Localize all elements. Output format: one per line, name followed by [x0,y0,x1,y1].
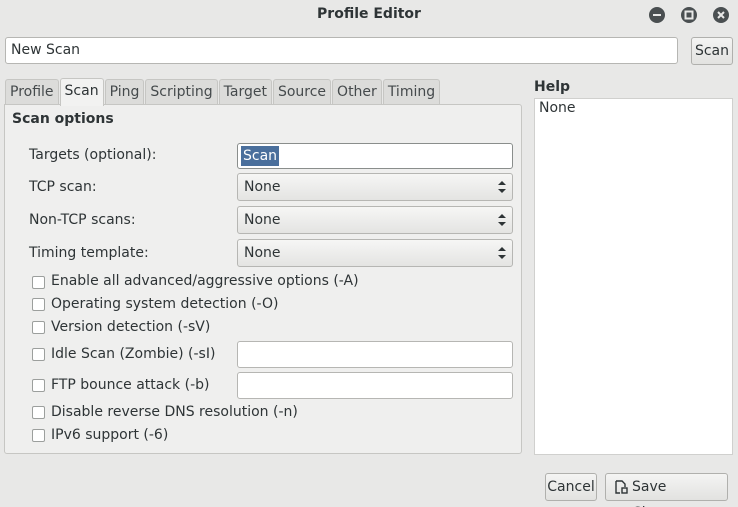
os-detection-label: Operating system detection (-O) [51,296,279,312]
tab-scan[interactable]: Scan [59,78,104,106]
tab-profile[interactable]: Profile [5,79,59,105]
os-detection-checkbox[interactable] [32,298,45,311]
section-title: Scan options [12,111,114,127]
idle-scan-checkbox[interactable] [32,348,45,361]
tab-ping[interactable]: Ping [104,79,145,105]
idle-scan-label: Idle Scan (Zombie) (-sI) [51,346,216,362]
spin-arrows-icon [498,214,506,226]
save-icon [615,480,628,494]
cancel-button[interactable]: Cancel [545,473,597,501]
disable-dns-checkbox[interactable] [32,406,45,419]
ipv6-checkbox[interactable] [32,429,45,442]
close-icon[interactable] [713,7,729,23]
timing-value: None [244,245,281,261]
tab-bar: Profile Scan Ping Scripting Target Sourc… [5,78,441,106]
ftp-bounce-label: FTP bounce attack (-b) [51,377,210,393]
tab-source[interactable]: Source [272,79,332,105]
tcp-scan-value: None [244,179,281,195]
save-changes-button[interactable]: Save Changes [605,473,728,507]
tab-other[interactable]: Other [332,79,382,105]
save-changes-label: Save Changes [632,479,693,507]
tcp-scan-label: TCP scan: [29,179,97,195]
timing-template-select[interactable]: None [237,239,513,267]
window-title: Profile Editor [317,6,421,22]
help-title: Help [534,79,571,95]
tab-scripting[interactable]: Scripting [145,79,218,105]
disable-dns-label: Disable reverse DNS resolution (-n) [51,404,298,420]
help-text: None [539,100,576,116]
spin-arrows-icon [498,247,506,259]
scan-button[interactable]: Scan [691,37,733,65]
ftp-bounce-input[interactable] [237,372,513,399]
maximize-icon[interactable] [681,7,697,23]
idle-scan-input[interactable] [237,341,513,368]
targets-input[interactable]: Scan [237,143,513,169]
ipv6-label: IPv6 support (-6) [51,427,169,443]
profile-name-input[interactable]: New Scan [5,37,678,64]
targets-value: Scan [241,146,280,166]
targets-label: Targets (optional): [29,147,157,163]
version-detection-label: Version detection (-sV) [51,319,211,335]
help-panel [534,98,733,455]
tcp-scan-select[interactable]: None [237,173,513,201]
tab-target[interactable]: Target [218,79,272,105]
minimize-icon[interactable] [649,7,665,23]
non-tcp-select[interactable]: None [237,206,513,234]
timing-label: Timing template: [29,245,149,261]
aggressive-label: Enable all advanced/aggressive options (… [51,273,359,289]
version-detection-checkbox[interactable] [32,321,45,334]
tab-timing[interactable]: Timing [382,79,441,105]
spin-arrows-icon [498,181,506,193]
aggressive-checkbox[interactable] [32,276,45,289]
non-tcp-label: Non-TCP scans: [29,212,136,228]
ftp-bounce-checkbox[interactable] [32,379,45,392]
non-tcp-value: None [244,212,281,228]
